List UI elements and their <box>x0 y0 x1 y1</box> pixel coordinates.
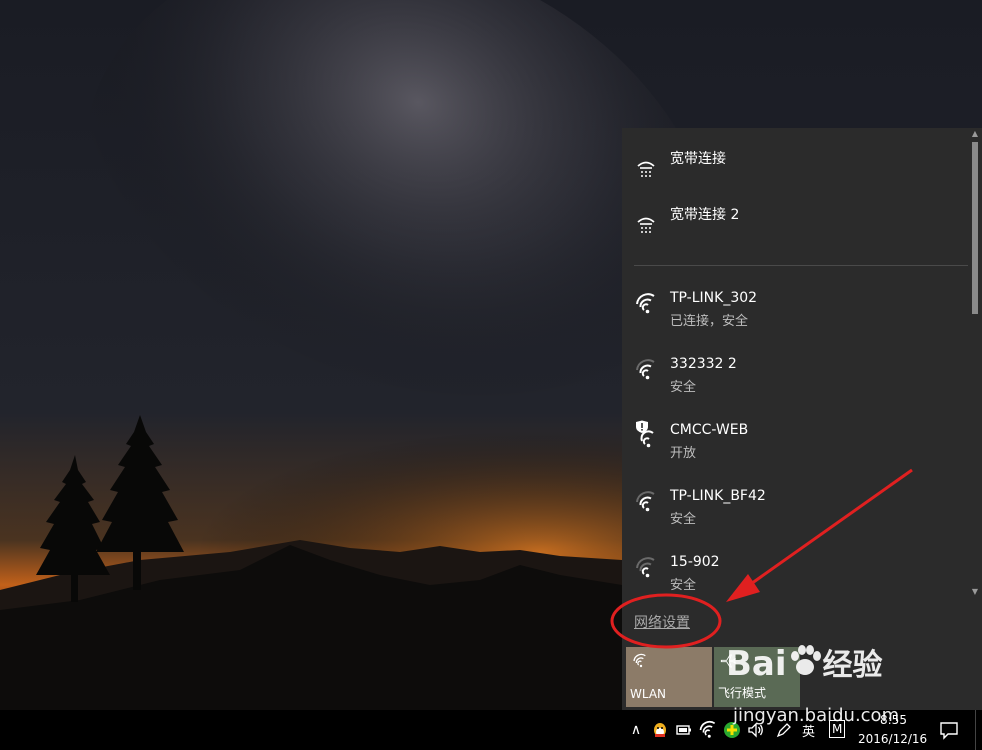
show-hidden-icons-chevron-icon[interactable]: ∧ <box>626 720 646 740</box>
connection-status: 开放 <box>670 446 697 461</box>
watermark-logo-text-2: 经验 <box>822 648 883 683</box>
watermark-logo-text: Bai <box>726 644 787 684</box>
battery-icon[interactable] <box>674 720 694 740</box>
connection-status: 已连接，安全 <box>670 314 749 329</box>
watermark-url: jingyan.baidu.com <box>733 705 900 726</box>
action-center-icon[interactable] <box>938 719 960 741</box>
connection-broadband-1[interactable]: 宽带连接 <box>622 142 967 198</box>
connection-name: 15-902 <box>670 554 720 570</box>
paw-icon <box>790 645 821 675</box>
connection-name: TP-LINK_BF42 <box>670 488 766 504</box>
wifi-icon[interactable] <box>698 720 718 740</box>
clock-date[interactable]: 2016/12/16 <box>858 732 927 746</box>
connection-name: 宽带连接 <box>670 151 726 167</box>
scroll-up-arrow-icon[interactable]: ▲ <box>971 130 979 138</box>
show-desktop-button[interactable] <box>975 710 982 750</box>
wifi-icon <box>632 653 648 669</box>
wifi-network-cmcc-web[interactable]: CMCC-WEB 开放 <box>622 416 967 472</box>
connection-name: CMCC-WEB <box>670 422 749 438</box>
connection-status: 安全 <box>670 578 697 593</box>
flyout-scrollbar[interactable]: ▲ ▼ <box>968 128 982 600</box>
qq-icon[interactable] <box>650 720 670 740</box>
wifi-icon <box>634 556 658 580</box>
dialup-icon <box>634 214 658 238</box>
connection-name: 332332 2 <box>670 356 737 372</box>
scroll-thumb[interactable] <box>972 142 978 314</box>
baidu-jingyan-watermark: Bai 经验 <box>726 640 883 684</box>
connection-name: TP-LINK_302 <box>670 290 758 306</box>
network-settings-link[interactable]: 网络设置 <box>634 612 690 632</box>
wifi-icon <box>634 490 658 514</box>
wlan-toggle-tile[interactable]: WLAN <box>626 647 712 707</box>
wifi-network-tp-link-bf42[interactable]: TP-LINK_BF42 安全 <box>622 482 967 538</box>
wifi-network-332332-2[interactable]: 332332 2 安全 <box>622 350 967 406</box>
section-divider <box>634 265 968 266</box>
connection-status: 安全 <box>670 512 697 527</box>
wifi-icon <box>634 292 658 316</box>
wifi-network-15-902[interactable]: 15-902 安全 <box>622 548 967 604</box>
wifi-icon <box>634 358 658 382</box>
network-flyout: 宽带连接 宽带连接 2 TP-LINK_302 已连接，安全 332332 2 … <box>622 128 982 710</box>
wifi-network-tp-link-302[interactable]: TP-LINK_302 已连接，安全 <box>622 284 967 340</box>
wifi-shield-icon <box>634 420 658 448</box>
tile-label: 飞行模式 <box>718 686 767 700</box>
tile-label: WLAN <box>630 687 667 701</box>
connection-status: 安全 <box>670 380 697 395</box>
connection-broadband-2[interactable]: 宽带连接 2 <box>622 198 967 254</box>
connection-name: 宽带连接 2 <box>670 207 740 223</box>
scroll-down-arrow-icon[interactable]: ▼ <box>971 588 979 596</box>
dialup-icon <box>634 158 658 182</box>
